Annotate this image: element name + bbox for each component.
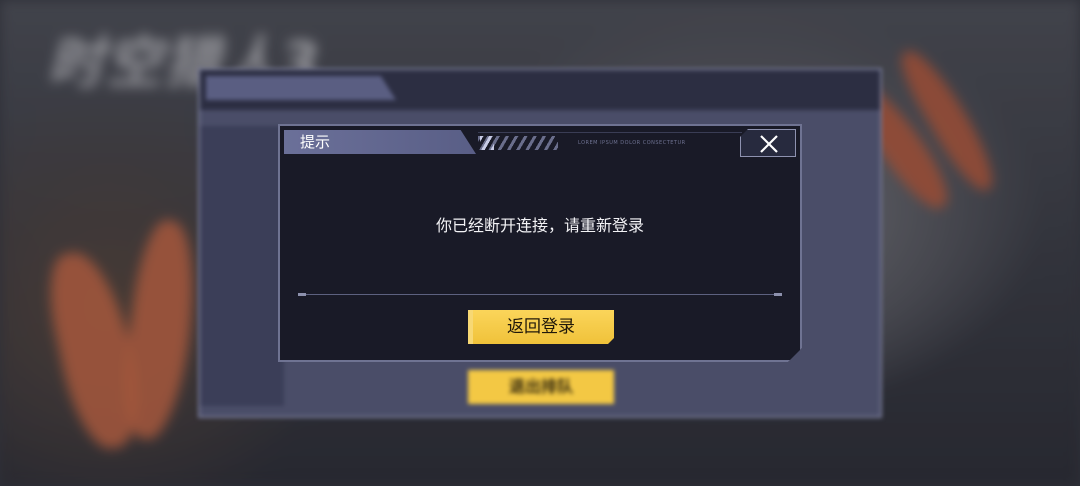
matchmaking-tab — [206, 76, 396, 100]
close-icon — [759, 134, 779, 154]
dialog-header: 提示 LOREM IPSUM DOLOR CONSECTETUR — [280, 126, 800, 156]
close-button[interactable] — [740, 129, 796, 157]
return-to-login-button[interactable]: 返回登录 — [468, 310, 614, 344]
disconnect-dialog: 提示 LOREM IPSUM DOLOR CONSECTETUR 你已经断开连接… — [278, 124, 802, 362]
matchmaking-side-panel — [200, 126, 284, 406]
header-line — [478, 132, 742, 133]
matchmaking-header — [200, 70, 880, 110]
dialog-divider — [298, 294, 782, 295]
exit-queue-button: 退出排队 — [468, 370, 614, 404]
dialog-title: 提示 — [300, 133, 331, 151]
header-stripe-lead — [480, 136, 494, 150]
header-note: LOREM IPSUM DOLOR CONSECTETUR — [578, 140, 686, 146]
disconnect-message: 你已经断开连接，请重新登录 — [435, 216, 644, 235]
